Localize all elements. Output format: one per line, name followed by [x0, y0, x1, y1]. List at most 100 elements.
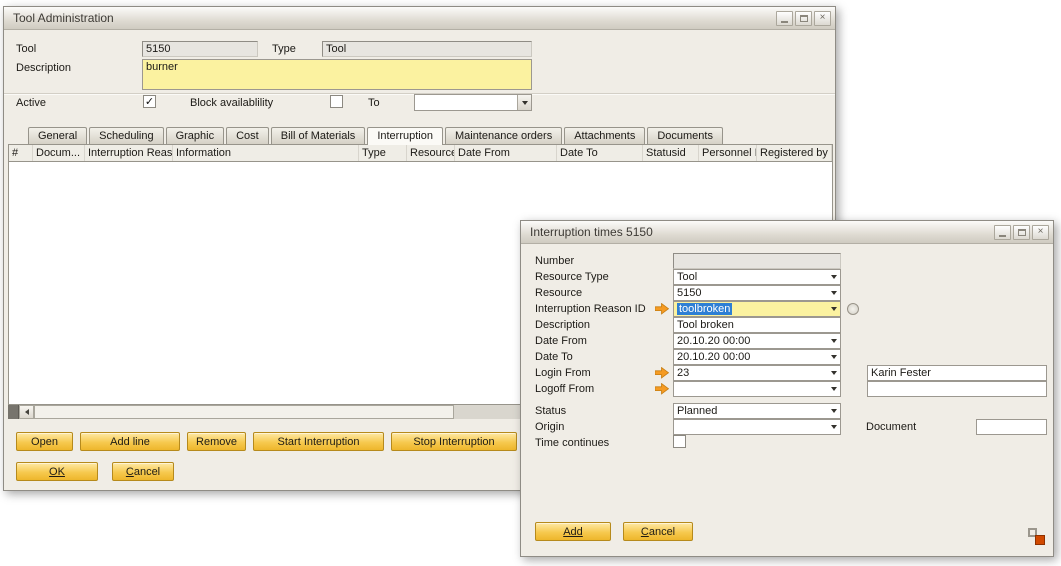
- tool-field[interactable]: 5150: [142, 41, 258, 57]
- close-button[interactable]: ×: [814, 11, 831, 26]
- tab-bill-of-materials[interactable]: Bill of Materials: [271, 127, 366, 144]
- tab-interruption[interactable]: Interruption: [367, 127, 443, 145]
- date-from-label: Date From: [535, 335, 587, 347]
- tab-attachments[interactable]: Attachments: [564, 127, 645, 144]
- origin-dropdown[interactable]: [673, 419, 841, 435]
- column-header-type: Type: [359, 145, 407, 161]
- resource-type-label: Resource Type: [535, 271, 609, 283]
- block-availability-checkbox[interactable]: [330, 95, 343, 108]
- open-button[interactable]: Open: [16, 432, 73, 451]
- dialog-title: Interruption times 5150: [530, 225, 994, 239]
- column-header-document: Docum...: [33, 145, 85, 161]
- column-header-resource: Resource: [407, 145, 455, 161]
- tab-general[interactable]: General: [28, 127, 87, 144]
- remove-button[interactable]: Remove: [187, 432, 246, 451]
- type-field[interactable]: Tool: [322, 41, 532, 57]
- time-continues-checkbox[interactable]: [673, 435, 686, 448]
- dialog-cancel-button[interactable]: Cancel: [623, 522, 693, 541]
- grid-header-row: # Docum... Interruption Reaso Informatio…: [9, 145, 832, 162]
- document-label: Document: [866, 421, 916, 433]
- date-from-dropdown[interactable]: 20.10.20 00:00: [673, 333, 841, 349]
- time-continues-label: Time continues: [535, 437, 609, 449]
- scrollbar-corner: [8, 405, 19, 419]
- tab-cost[interactable]: Cost: [226, 127, 269, 144]
- active-label: Active: [16, 97, 46, 109]
- resource-dropdown[interactable]: 5150: [673, 285, 841, 301]
- add-button[interactable]: Add: [535, 522, 611, 541]
- maximize-button[interactable]: [795, 11, 812, 26]
- dialog-window-controls: ×: [994, 225, 1049, 240]
- minimize-icon: [999, 235, 1006, 237]
- column-header-date-from: Date From: [455, 145, 557, 161]
- status-dropdown[interactable]: Planned: [673, 403, 841, 419]
- dialog-close-button[interactable]: ×: [1032, 225, 1049, 240]
- resource-type-dropdown[interactable]: Tool: [673, 269, 841, 285]
- tab-graphic[interactable]: Graphic: [166, 127, 225, 144]
- dialog-description-field[interactable]: Tool broken: [673, 317, 841, 333]
- date-to-dropdown[interactable]: 20.10.20 00:00: [673, 349, 841, 365]
- interruption-times-dialog: Interruption times 5150 × Number Resourc…: [520, 220, 1054, 557]
- column-header-statusid: Statusid: [643, 145, 699, 161]
- minimize-button[interactable]: [776, 11, 793, 26]
- interruption-reason-combo[interactable]: toolbroken: [673, 301, 841, 317]
- login-from-dropdown[interactable]: 23: [673, 365, 841, 381]
- scrollbar-thumb[interactable]: [34, 405, 454, 419]
- tab-maintenance-orders[interactable]: Maintenance orders: [445, 127, 562, 144]
- scroll-left-button[interactable]: [19, 405, 34, 419]
- main-window-controls: ×: [776, 11, 831, 26]
- document-field[interactable]: [976, 419, 1047, 435]
- cancel-button[interactable]: Cancel: [112, 462, 174, 481]
- column-header-registered-by: Registered by: [757, 145, 832, 161]
- login-from-name-field[interactable]: Karin Fester: [867, 365, 1047, 381]
- stop-interruption-button[interactable]: Stop Interruption: [391, 432, 517, 451]
- dropdown-arrow-icon: [827, 334, 840, 348]
- add-line-button[interactable]: Add line: [80, 432, 180, 451]
- dropdown-arrow-icon: [517, 95, 531, 110]
- link-arrow-icon[interactable]: [655, 367, 669, 379]
- number-field: [673, 253, 841, 269]
- logoff-from-dropdown[interactable]: [673, 381, 841, 397]
- type-label: Type: [272, 43, 296, 55]
- ok-button[interactable]: OK: [16, 462, 98, 481]
- date-to-label: Date To: [535, 351, 573, 363]
- start-interruption-button[interactable]: Start Interruption: [253, 432, 384, 451]
- origin-label: Origin: [535, 421, 564, 433]
- link-arrow-icon[interactable]: [655, 303, 669, 315]
- tab-documents[interactable]: Documents: [647, 127, 723, 144]
- column-header-information: Information: [173, 145, 359, 161]
- resize-grip-icon[interactable]: [1027, 527, 1045, 545]
- tab-scheduling[interactable]: Scheduling: [89, 127, 163, 144]
- dialog-maximize-button[interactable]: [1013, 225, 1030, 240]
- link-arrow-icon[interactable]: [655, 383, 669, 395]
- dropdown-arrow-icon: [827, 302, 840, 316]
- main-titlebar[interactable]: Tool Administration ×: [4, 7, 835, 30]
- close-icon: ×: [1038, 227, 1044, 237]
- dialog-titlebar[interactable]: Interruption times 5150 ×: [521, 221, 1053, 244]
- description-label: Description: [16, 62, 71, 74]
- close-icon: ×: [820, 13, 826, 23]
- column-header-interruption-reason: Interruption Reaso: [85, 145, 173, 161]
- dialog-description-label: Description: [535, 319, 590, 331]
- reason-info-icon[interactable]: [847, 303, 859, 315]
- dropdown-arrow-icon: [827, 286, 840, 300]
- logoff-from-name-field[interactable]: [867, 381, 1047, 397]
- to-dropdown[interactable]: [414, 94, 532, 111]
- main-window-title: Tool Administration: [13, 11, 776, 25]
- column-header-number: #: [9, 145, 33, 161]
- to-label: To: [368, 97, 380, 109]
- dropdown-arrow-icon: [827, 270, 840, 284]
- reason-selected-text: toolbroken: [677, 303, 732, 315]
- dialog-button-row: Add Cancel: [535, 522, 693, 541]
- column-header-date-to: Date To: [557, 145, 643, 161]
- active-checkbox[interactable]: ✓: [143, 95, 156, 108]
- minimize-icon: [781, 21, 788, 23]
- dropdown-arrow-icon: [827, 350, 840, 364]
- ok-cancel-row: OK Cancel: [16, 462, 174, 481]
- action-button-row: Open Add line Remove Start Interruption …: [16, 432, 517, 451]
- dialog-minimize-button[interactable]: [994, 225, 1011, 240]
- column-header-personnel-id: Personnel I: [699, 145, 757, 161]
- block-availability-label: Block availablility: [190, 97, 273, 109]
- maximize-icon: [1018, 229, 1026, 236]
- description-field[interactable]: burner: [142, 59, 532, 90]
- dropdown-arrow-icon: [827, 366, 840, 380]
